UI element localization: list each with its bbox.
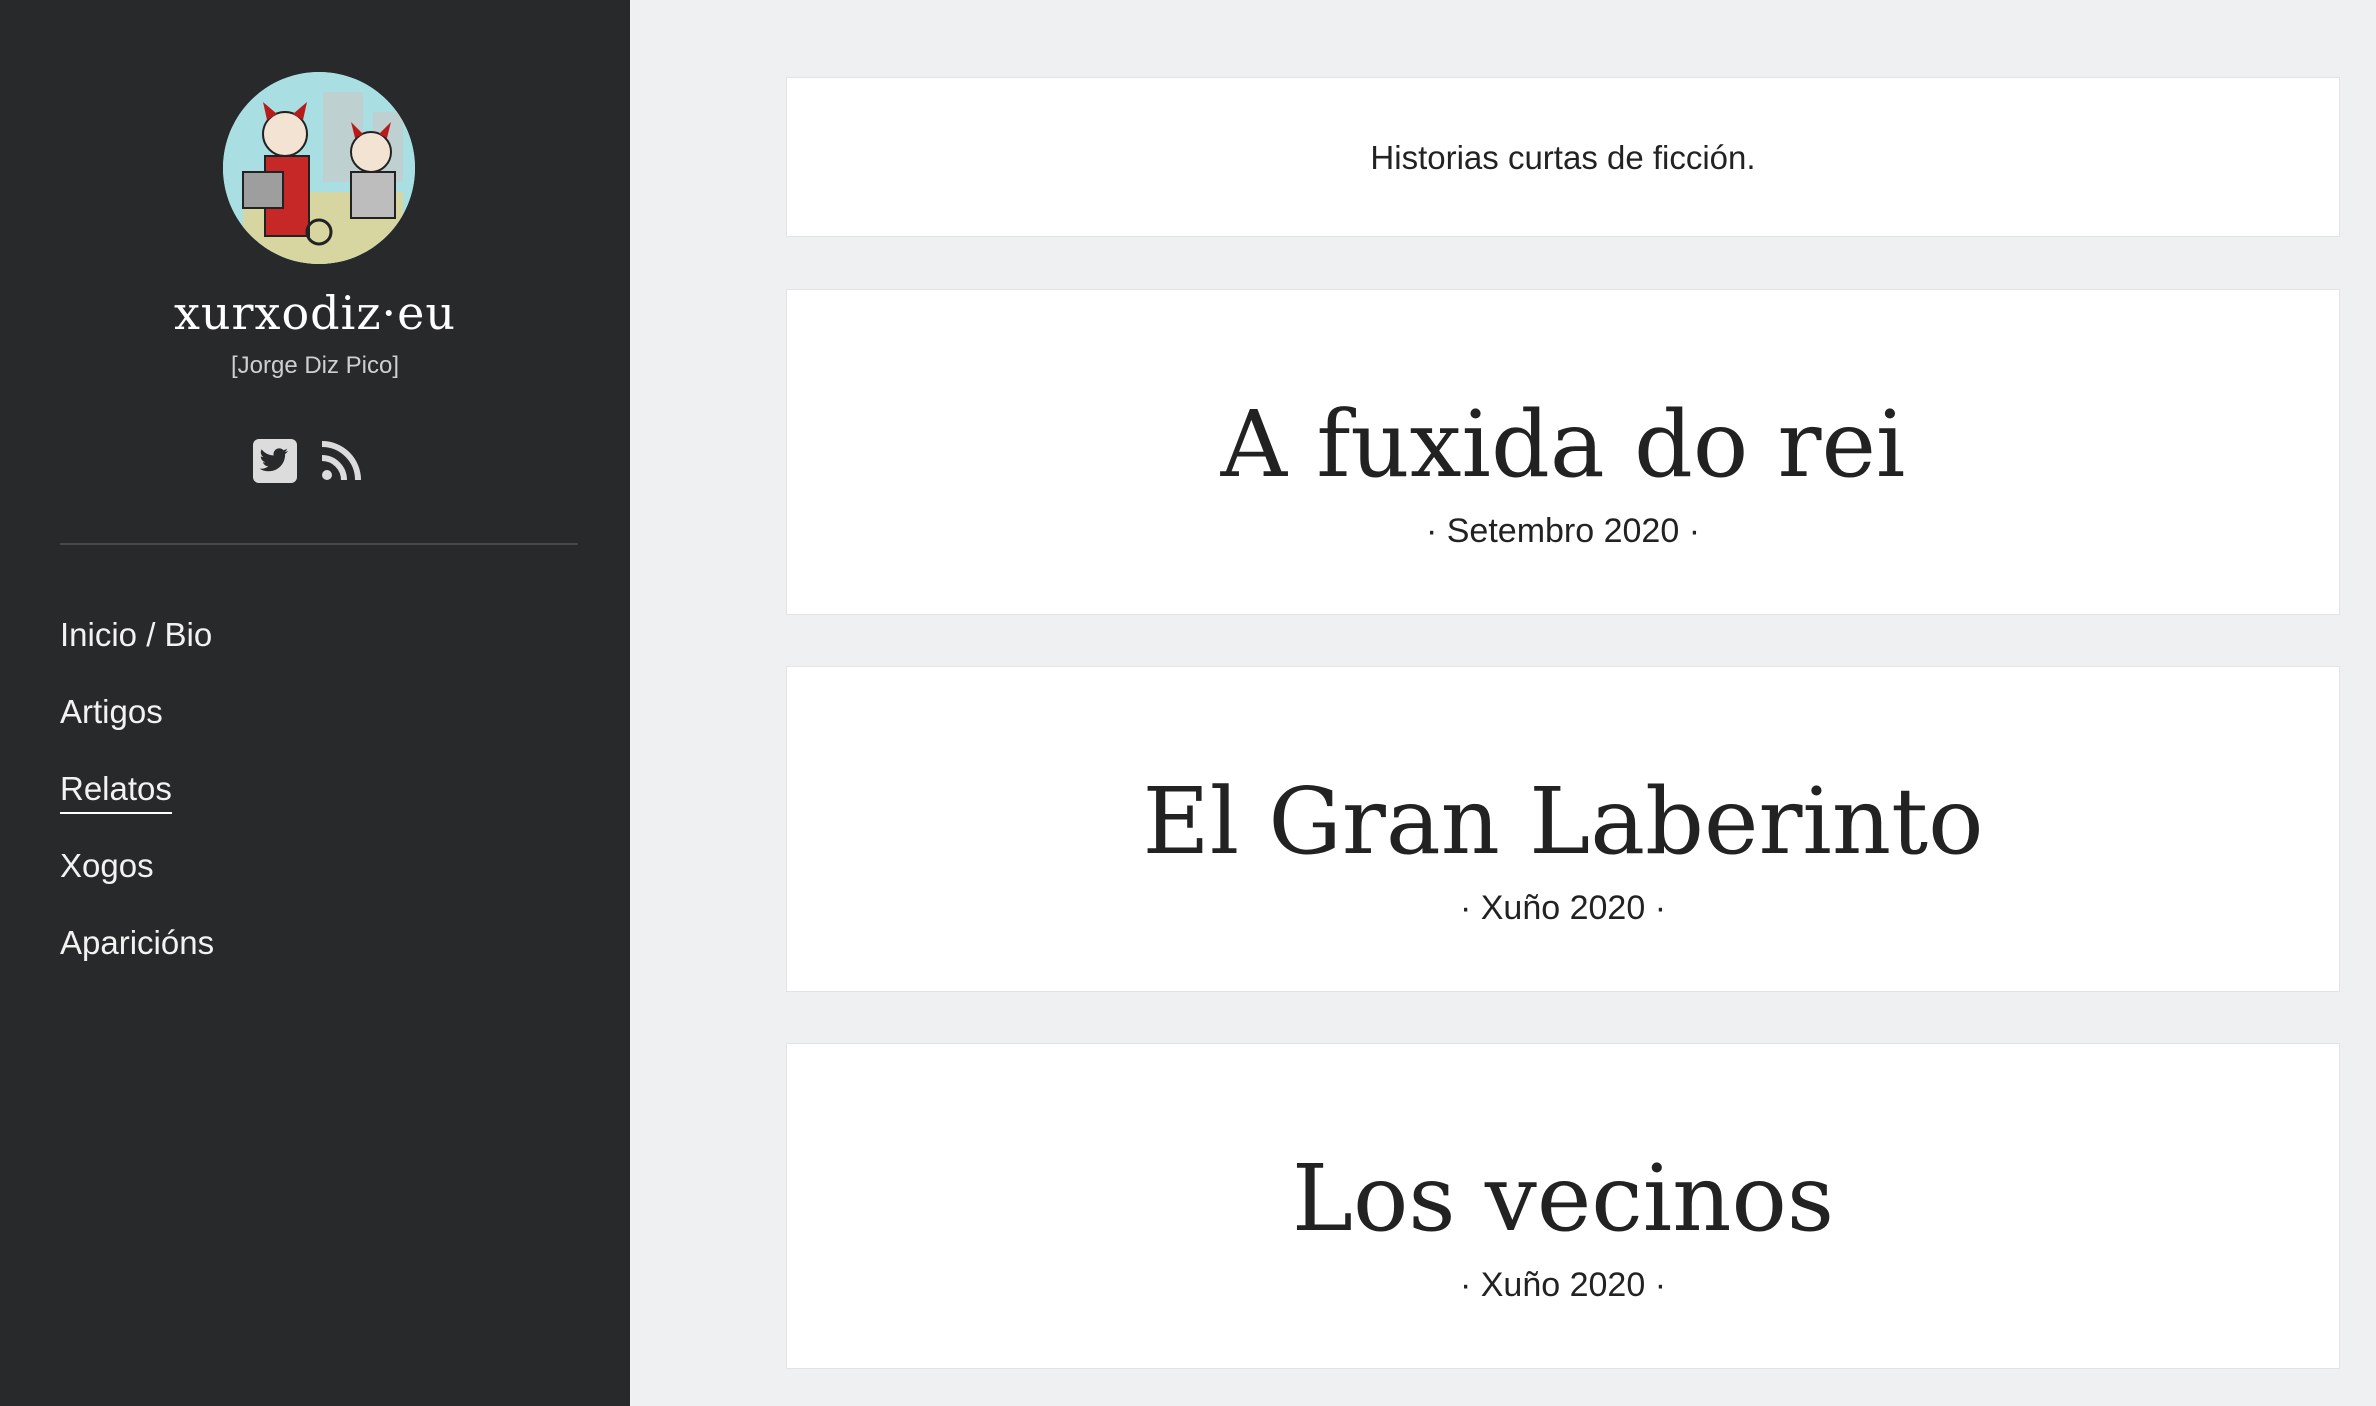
rss-link[interactable] <box>318 438 364 484</box>
site-title[interactable]: xurxodiz·eu <box>0 286 630 340</box>
nav-link-relatos[interactable]: Relatos <box>60 766 172 814</box>
story-card[interactable]: El Gran Laberinto · Xuño 2020 · <box>786 666 2340 992</box>
nav-link-aparicions[interactable]: Aparicións <box>60 920 214 966</box>
nav-link-artigos[interactable]: Artigos <box>60 689 163 735</box>
sidebar-nav: Inicio / Bio Artigos Relatos Xogos Apari… <box>60 612 214 997</box>
nav-link-inicio[interactable]: Inicio / Bio <box>60 612 212 658</box>
story-card[interactable]: A fuxida do rei · Setembro 2020 · <box>786 289 2340 615</box>
story-card[interactable]: Los vecinos · Xuño 2020 · <box>786 1043 2340 1369</box>
social-links <box>252 438 364 484</box>
avatar[interactable] <box>223 72 415 264</box>
story-date: · Setembro 2020 · <box>1425 512 1701 550</box>
nav-item-xogos: Xogos <box>60 843 214 920</box>
rss-icon <box>321 441 361 481</box>
story-date: · Xuño 2020 · <box>1459 1266 1667 1304</box>
sidebar: xurxodiz·eu [Jorge Diz Pico] Inicio / Bi… <box>0 0 630 1406</box>
avatar-illustration <box>223 72 415 264</box>
site-subtitle: [Jorge Diz Pico] <box>230 352 400 379</box>
story-title[interactable]: Los vecinos <box>787 1149 2339 1249</box>
story-title[interactable]: El Gran Laberinto <box>787 772 2339 872</box>
twitter-icon <box>253 439 297 483</box>
nav-item-aparicions: Aparicións <box>60 920 214 997</box>
nav-item-relatos: Relatos <box>60 766 214 843</box>
nav-item-artigos: Artigos <box>60 689 214 766</box>
nav-link-xogos[interactable]: Xogos <box>60 843 154 889</box>
twitter-link[interactable] <box>252 438 298 484</box>
intro-text: Historias curtas de ficción. <box>1370 139 1756 176</box>
story-title[interactable]: A fuxida do rei <box>787 395 2339 495</box>
story-date: · Xuño 2020 · <box>1459 889 1667 927</box>
nav-item-inicio: Inicio / Bio <box>60 612 214 689</box>
sidebar-divider <box>60 543 578 545</box>
intro-card: Historias curtas de ficción. <box>786 77 2340 237</box>
